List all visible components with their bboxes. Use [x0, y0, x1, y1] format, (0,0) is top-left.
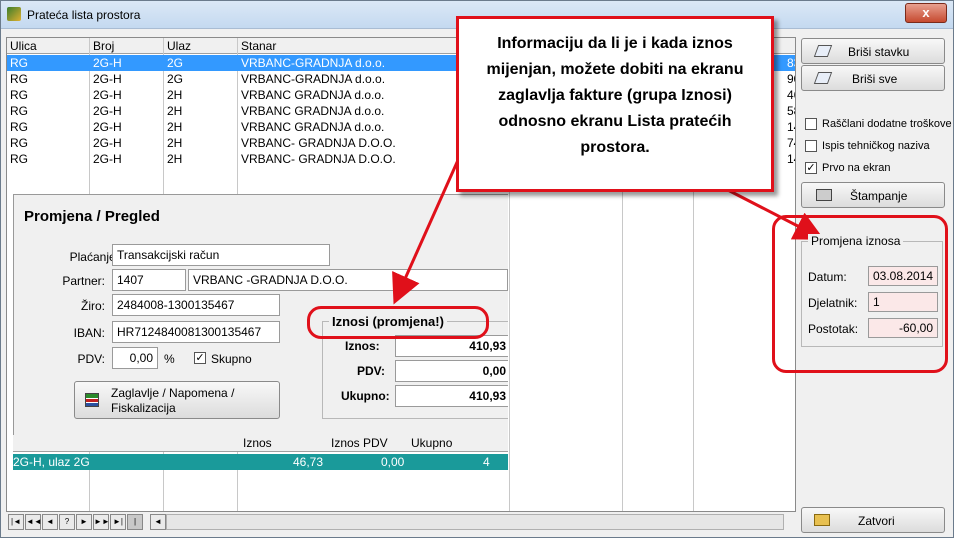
col-iznos-pdv: Iznos PDV	[331, 436, 388, 450]
nav-first-button[interactable]: |◄	[8, 514, 24, 530]
eraser-icon	[813, 72, 833, 84]
app-icon	[7, 7, 21, 21]
col-broj[interactable]: Broj	[93, 39, 114, 53]
print-button[interactable]: Štampanje	[801, 182, 945, 208]
inset-items-grid: Iznos Iznos PDV Ukupno 2G-H, ulaz 2G 46,…	[13, 435, 508, 475]
iznosi-highlight-ring	[307, 306, 489, 339]
djelatnik-field[interactable]: 1	[868, 292, 938, 312]
pdv-amount-label: PDV:	[357, 364, 386, 378]
nav-last-button[interactable]: ►|	[110, 514, 126, 530]
partner-name-field[interactable]: VRBANC -GRADNJA D.O.O.	[188, 269, 508, 291]
col-ulica[interactable]: Ulica	[10, 39, 37, 53]
close-button[interactable]: Zatvori	[801, 507, 945, 533]
placanje-field[interactable]: Transakcijski račun	[112, 244, 330, 266]
record-navigator: |◄ ◄◄ ◄ ? ► ►► ►| | ◄	[6, 514, 796, 530]
change-amount-group: Promjena iznosa Datum: 03.08.2014 Djelat…	[801, 234, 943, 347]
close-window-button[interactable]: x	[905, 3, 947, 23]
postotak-field[interactable]: -60,00	[868, 318, 938, 338]
printer-icon	[816, 189, 832, 201]
partner-id-field[interactable]: 1407	[112, 269, 186, 291]
ziro-field[interactable]: 2484008-1300135467	[112, 294, 280, 316]
delete-item-button[interactable]: Briši stavku	[801, 38, 945, 64]
first-to-screen-checkbox[interactable]: ✓	[805, 162, 817, 174]
folder-icon	[814, 514, 830, 526]
ziro-label: Žiro:	[81, 299, 105, 313]
skupno-label: Skupno	[211, 352, 252, 366]
placanje-label: Plaćanje:	[69, 250, 119, 264]
nav-next-page-button[interactable]: ►►	[93, 514, 110, 530]
partner-label: Partner:	[62, 274, 105, 288]
col-stanar[interactable]: Stanar	[241, 39, 276, 53]
delete-all-button[interactable]: Briši sve	[801, 65, 945, 91]
pdv-label: PDV:	[77, 352, 105, 366]
col-iznos: Iznos	[243, 436, 272, 450]
header-note-fiscal-button[interactable]: Zaglavlje / Napomena / Fiskalizacija	[74, 381, 280, 419]
nav-next-button[interactable]: ►	[76, 514, 92, 530]
change-amount-group-label: Promjena iznosa	[808, 234, 904, 248]
ukupno-label: Ukupno:	[341, 389, 390, 403]
split-costs-checkbox[interactable]	[805, 118, 817, 130]
pdv-amount-field[interactable]: 0,00	[395, 360, 508, 382]
first-to-screen-label: Prvo na ekran	[822, 162, 891, 174]
datum-field[interactable]: 03.08.2014	[868, 266, 938, 286]
nav-help-button[interactable]: ?	[59, 514, 75, 530]
pdv-field[interactable]: 0,00	[112, 347, 158, 369]
horizontal-scrollbar[interactable]	[166, 514, 784, 530]
eraser-icon	[813, 45, 833, 57]
table-icon	[85, 393, 99, 407]
skupno-checkbox[interactable]: ✓	[194, 352, 206, 364]
nav-prev-page-button[interactable]: ◄◄	[25, 514, 42, 530]
nav-prev-button[interactable]: ◄	[42, 514, 58, 530]
djelatnik-label: Djelatnik:	[808, 296, 858, 310]
col-ukupno: Ukupno	[411, 436, 453, 450]
table-row[interactable]: 2G-H, ulaz 2G 46,73 0,00 4	[13, 454, 508, 470]
print-tech-name-checkbox[interactable]	[805, 140, 817, 152]
print-tech-name-label: Ispis tehničkog naziva	[822, 140, 930, 152]
postotak-label: Postotak:	[808, 322, 859, 336]
inset-title: Promjena / Pregled	[24, 208, 160, 225]
iban-field[interactable]: HR7124840081300135467	[112, 321, 280, 343]
iban-label: IBAN:	[73, 326, 105, 340]
col-ulaz[interactable]: Ulaz	[167, 39, 191, 53]
pdv-unit: %	[164, 352, 175, 366]
iznos-label: Iznos:	[345, 339, 380, 353]
split-costs-label: Raščlani dodatne troškove	[822, 118, 952, 130]
main-window: Prateća lista prostora x Ulica Broj Ulaz…	[0, 0, 954, 538]
window-title: Prateća lista prostora	[27, 8, 141, 22]
ukupno-field[interactable]: 410,93	[395, 385, 508, 407]
scroll-left-button[interactable]: ◄	[150, 514, 166, 530]
nav-separator: |	[127, 514, 143, 530]
info-callout: Informaciju da li je i kada iznos mijenj…	[456, 16, 774, 192]
datum-label: Datum:	[808, 270, 847, 284]
